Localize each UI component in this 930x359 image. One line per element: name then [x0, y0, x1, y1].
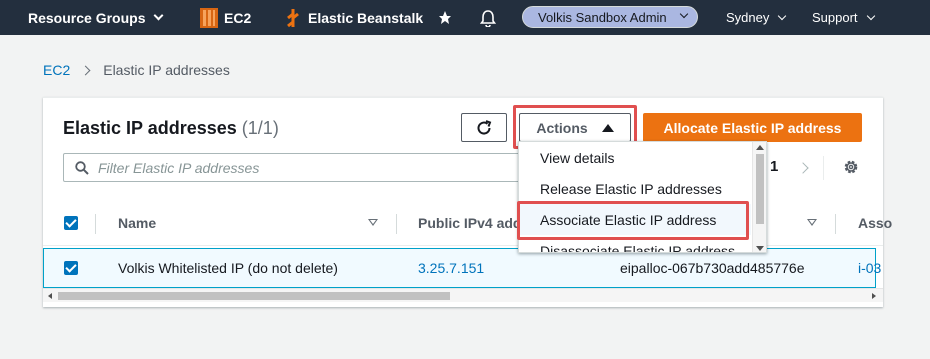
column-header-associated-instance[interactable]: Asso [858, 200, 892, 246]
breadcrumb: EC2 Elastic IP addresses [43, 62, 230, 78]
ec2-shortcut[interactable]: EC2 [200, 0, 251, 35]
refresh-button[interactable] [461, 113, 507, 142]
beanstalk-shortcut[interactable]: Elastic Beanstalk [284, 0, 423, 35]
chevron-right-icon [80, 65, 91, 75]
row-checkbox[interactable] [64, 261, 78, 275]
horizontal-scrollbar[interactable] [43, 288, 883, 302]
actions-dropdown-menu: View details Release Elastic IP addresse… [518, 141, 767, 253]
filter-field [63, 153, 523, 182]
chevron-down-icon [866, 11, 875, 20]
beanstalk-label: Elastic Beanstalk [308, 9, 424, 26]
column-divider [95, 214, 96, 234]
scroll-down-icon[interactable] [756, 246, 764, 251]
row-instance-id[interactable]: i-03 [858, 249, 881, 287]
notifications-button[interactable] [480, 0, 496, 35]
resource-groups-label: Resource Groups [28, 9, 146, 26]
caret-up-icon [601, 123, 614, 132]
select-all-checkbox[interactable] [64, 216, 78, 230]
pin-button[interactable] [438, 0, 452, 35]
page-number[interactable]: 1 [770, 158, 778, 175]
breadcrumb-ec2-link[interactable]: EC2 [43, 62, 70, 78]
region-menu[interactable]: Sydney [726, 0, 787, 35]
breadcrumb-current: Elastic IP addresses [103, 62, 230, 78]
search-icon [75, 161, 89, 175]
scroll-up-icon[interactable] [756, 145, 764, 150]
sort-icon[interactable] [368, 219, 378, 226]
sort-icon[interactable] [807, 219, 817, 226]
scrollbar-thumb[interactable] [58, 292, 450, 300]
selection-count: (1/1) [241, 118, 279, 138]
menu-item-disassociate[interactable]: Disassociate Elastic IP address [519, 235, 751, 253]
actions-label: Actions [536, 119, 588, 136]
resource-groups-menu[interactable]: Resource Groups [28, 0, 164, 35]
column-divider [396, 214, 397, 234]
ec2-label: EC2 [224, 9, 252, 26]
table-row[interactable]: Volkis Whitelisted IP (do not delete) 3.… [43, 248, 881, 288]
row-allocation-id: eipalloc-067b730add485776e [620, 260, 805, 276]
panel-title-text: Elastic IP addresses [63, 118, 237, 138]
menu-item-associate[interactable]: Associate Elastic IP address [519, 204, 751, 235]
chevron-down-icon [679, 9, 689, 19]
top-navigation-bar: Resource Groups EC2 Elastic Beanstalk Vo… [0, 0, 930, 35]
region-label: Sydney [726, 10, 770, 25]
ec2-icon [200, 7, 218, 28]
column-divider [835, 214, 836, 234]
beanstalk-icon [287, 8, 299, 27]
column-header-public-ipv4[interactable]: Public IPv4 add [418, 200, 521, 246]
menu-item-release[interactable]: Release Elastic IP addresses [519, 173, 751, 204]
chevron-down-icon [778, 11, 787, 20]
pager-divider [823, 156, 824, 180]
support-menu[interactable]: Support [812, 0, 875, 35]
bell-icon [480, 9, 496, 27]
filter-input[interactable] [98, 159, 498, 176]
scroll-left-icon[interactable] [48, 293, 52, 299]
dropdown-scrollbar[interactable] [752, 142, 766, 252]
pin-icon [439, 10, 451, 24]
column-header-name[interactable]: Name [118, 200, 156, 246]
allocate-elastic-ip-button[interactable]: Allocate Elastic IP address [643, 113, 862, 142]
menu-item-view-details[interactable]: View details [519, 142, 751, 173]
row-name: Volkis Whitelisted IP (do not delete) [118, 260, 338, 276]
panel-title: Elastic IP addresses (1/1) [63, 118, 279, 139]
chevron-right-icon[interactable] [797, 162, 809, 174]
account-menu[interactable]: Volkis Sandbox Admin [522, 6, 698, 28]
account-label: Volkis Sandbox Admin [538, 9, 667, 25]
chevron-down-icon [154, 10, 164, 21]
row-public-ip[interactable]: 3.25.7.151 [418, 249, 484, 287]
support-label: Support [812, 10, 858, 25]
gear-icon[interactable] [842, 158, 860, 176]
dropdown-scrollbar-thumb[interactable] [756, 154, 764, 224]
scroll-right-icon[interactable] [872, 293, 876, 299]
actions-button[interactable]: Actions [519, 113, 631, 142]
refresh-icon [477, 119, 492, 135]
